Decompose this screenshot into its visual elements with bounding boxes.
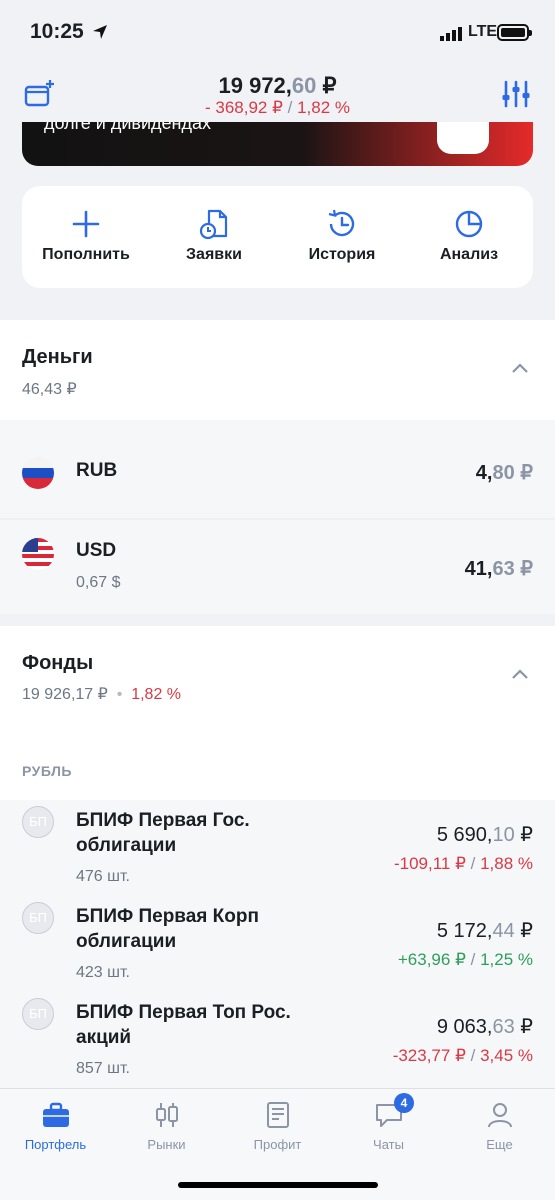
russia-flag-icon bbox=[22, 457, 54, 489]
currency-value: 41,63 ₽ bbox=[464, 558, 533, 580]
deposit-button[interactable]: Пополнить bbox=[22, 186, 150, 288]
orders-label: Заявки bbox=[186, 246, 242, 263]
chevron-up-icon[interactable] bbox=[511, 362, 529, 374]
location-arrow-icon bbox=[93, 25, 107, 39]
tab-label: Портфель bbox=[24, 1137, 87, 1152]
fund-value: 9 063,63 ₽ bbox=[436, 1016, 533, 1038]
candles-icon bbox=[155, 1103, 178, 1127]
promo-banner[interactable]: долге и дивидендах bbox=[22, 122, 533, 166]
fund-quantity: 476 шт. bbox=[76, 868, 130, 885]
fund-value: 5 172,44 ₽ bbox=[436, 920, 533, 942]
fund-quantity: 423 шт. bbox=[76, 964, 130, 981]
portfolio-total: 19 972,60 ₽ bbox=[218, 73, 337, 98]
pie-chart-icon bbox=[455, 210, 483, 238]
tab-label: Рынки bbox=[147, 1137, 186, 1152]
orders-button[interactable]: Заявки bbox=[150, 186, 278, 288]
banner-text: долге и дивидендах bbox=[44, 122, 212, 133]
tab-more[interactable]: Еще bbox=[444, 1101, 555, 1152]
deposit-label: Пополнить bbox=[42, 246, 130, 263]
fund-change: +63,96 ₽ / 1,25 % bbox=[397, 950, 533, 969]
portfolio-change: - 368,92 ₽ / 1,82 % bbox=[204, 98, 351, 117]
fund-avatar: БП bbox=[22, 806, 54, 838]
signal-icon bbox=[440, 27, 462, 41]
currency-name: USD bbox=[76, 540, 117, 561]
quick-actions: Пополнить Заявки История Анализ bbox=[22, 186, 533, 288]
analysis-button[interactable]: Анализ bbox=[405, 186, 533, 288]
fund-name: БПИФ Первая Гос. облигации bbox=[76, 810, 250, 856]
home-indicator bbox=[178, 1182, 378, 1188]
battery-icon bbox=[497, 24, 532, 41]
orders-icon bbox=[199, 209, 228, 240]
analysis-label: Анализ bbox=[439, 246, 499, 263]
money-total: 46,43 ₽ bbox=[22, 381, 77, 398]
list-item-usd[interactable]: USD 0,67 $ 41,63 ₽ bbox=[0, 520, 555, 614]
status-time: 10:25 bbox=[30, 20, 84, 43]
list-item-fund[interactable]: БП БПИФ Первая Корп облигации 423 шт. 5 … bbox=[0, 896, 555, 992]
history-button[interactable]: История bbox=[278, 186, 406, 288]
list-item-fund[interactable]: БП БПИФ Первая Гос. облигации 476 шт. 5 … bbox=[0, 800, 555, 896]
fund-name: БПИФ Первая Топ Рос. акций bbox=[76, 1002, 291, 1048]
currency-name: RUB bbox=[76, 460, 118, 481]
filter-settings-icon[interactable] bbox=[501, 79, 531, 109]
person-icon bbox=[487, 1103, 512, 1128]
funds-summary: 19 926,17 ₽ • 1,82 % bbox=[22, 686, 182, 703]
briefcase-icon bbox=[42, 1102, 69, 1127]
history-label: История bbox=[308, 246, 376, 263]
chevron-up-icon[interactable] bbox=[511, 668, 529, 680]
chat-badge: 4 bbox=[394, 1093, 414, 1113]
fund-change: -109,11 ₽ / 1,88 % bbox=[393, 854, 533, 873]
tab-label: Профит bbox=[253, 1137, 302, 1152]
history-icon bbox=[328, 209, 355, 237]
tab-label: Еще bbox=[486, 1137, 513, 1152]
list-item-rub[interactable]: RUB 4,80 ₽ bbox=[0, 420, 555, 518]
fund-name: БПИФ Первая Корп облигации bbox=[76, 906, 259, 952]
usa-flag-icon bbox=[22, 538, 54, 570]
list-item-fund[interactable]: БП БПИФ Первая Топ Рос. акций 857 шт. 9 … bbox=[0, 992, 555, 1088]
fund-change: -323,77 ₽ / 3,45 % bbox=[392, 1046, 533, 1065]
money-section-header[interactable]: Деньги 46,43 ₽ bbox=[0, 320, 555, 420]
group-label-ruble: РУБЛЬ bbox=[22, 763, 72, 779]
fund-value: 5 690,10 ₽ bbox=[436, 824, 533, 846]
tab-chats[interactable]: Чаты bbox=[333, 1101, 444, 1152]
currency-amount: 0,67 $ bbox=[76, 574, 121, 591]
banner-graphic bbox=[437, 122, 489, 154]
funds-title: Фонды bbox=[22, 652, 94, 674]
money-title: Деньги bbox=[22, 346, 93, 368]
tab-profit[interactable]: Профит bbox=[222, 1101, 333, 1152]
plus-icon bbox=[72, 210, 100, 238]
fund-quantity: 857 шт. bbox=[76, 1060, 130, 1077]
fund-avatar: БП bbox=[22, 902, 54, 934]
funds-section-header[interactable]: Фонды 19 926,17 ₽ • 1,82 % bbox=[0, 626, 555, 800]
currency-value: 4,80 ₽ bbox=[475, 462, 533, 484]
tab-portfolio[interactable]: Портфель bbox=[0, 1101, 111, 1152]
tab-markets[interactable]: Рынки bbox=[111, 1101, 222, 1152]
fund-avatar: БП bbox=[22, 998, 54, 1030]
magazine-icon bbox=[266, 1102, 289, 1128]
network-type: LTE bbox=[468, 23, 498, 40]
tab-label: Чаты bbox=[373, 1137, 404, 1152]
